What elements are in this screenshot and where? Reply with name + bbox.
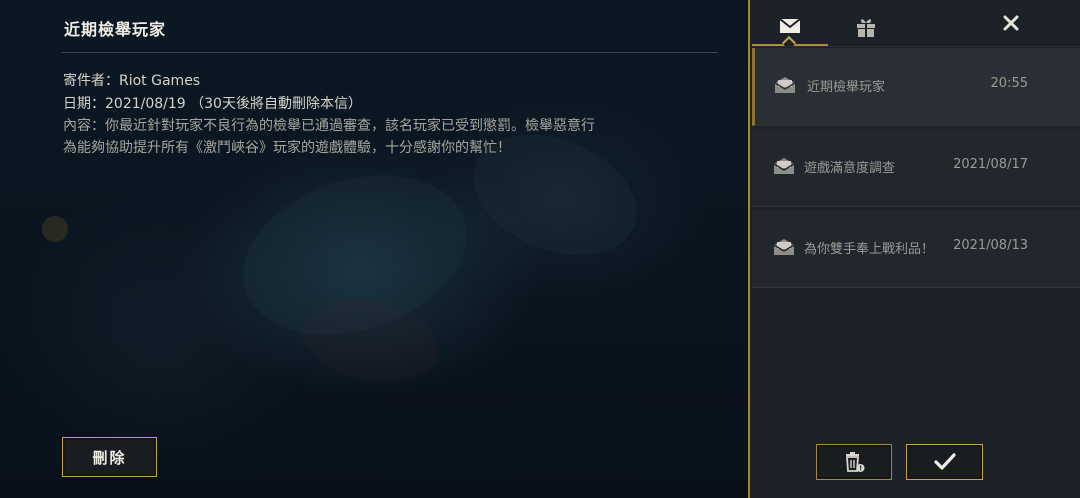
- mail-list-panel: 近期檢舉玩家 20:55 遊戲滿意度調查 2021/08/17 為你雙手奉上戰利…: [748, 0, 1080, 498]
- collect-all-button[interactable]: [906, 444, 983, 480]
- mail-detail-panel: 近期檢舉玩家 寄件者：Riot Games 日期：2021/08/19 （30天…: [0, 0, 748, 498]
- title-divider: [62, 52, 718, 53]
- mail-subject: 為你雙手奉上戰利品！: [804, 242, 935, 257]
- close-button[interactable]: [1000, 12, 1022, 34]
- envelope-open-icon: [773, 158, 795, 174]
- mail-body: 內容：你最近針對玩家不良行為的檢舉已通過審查，該名玩家已受到懲罰。檢舉惡意行為能…: [63, 115, 603, 159]
- mail-list-item[interactable]: 近期檢舉玩家 20:55: [752, 48, 1080, 126]
- sender-label: 寄件者：: [63, 73, 119, 89]
- delete-read-button[interactable]: [816, 444, 892, 480]
- mail-sender-row: 寄件者：Riot Games: [63, 70, 200, 92]
- checkmark-icon: [933, 453, 956, 470]
- mail-date-row: 日期：2021/08/19 （30天後將自動刪除本信）: [63, 93, 362, 115]
- mail-time: 2021/08/17: [953, 157, 1028, 172]
- mail-subject: 遊戲滿意度調查: [804, 161, 896, 176]
- mail-subject: 近期檢舉玩家: [807, 80, 886, 95]
- mail-icon: [779, 18, 801, 33]
- content-text: 你最近針對玩家不良行為的檢舉已通過審查，該名玩家已受到懲罰。檢舉惡意行為能夠協助…: [63, 118, 595, 156]
- gift-tab[interactable]: [854, 15, 878, 39]
- background-art: [42, 216, 68, 242]
- close-icon: [1003, 15, 1019, 31]
- content-label: 內容：: [63, 118, 105, 134]
- mail-time: 2021/08/13: [953, 238, 1028, 253]
- trash-icon: [846, 452, 865, 472]
- mail-time: 20:55: [990, 76, 1028, 91]
- date-label: 日期：: [63, 96, 105, 112]
- mail-title: 近期檢舉玩家: [64, 20, 167, 39]
- gift-icon: [857, 19, 875, 37]
- mail-list-item[interactable]: 遊戲滿意度調查 2021/08/17: [752, 129, 1080, 207]
- mail-list-item[interactable]: 為你雙手奉上戰利品！ 2021/08/13: [752, 210, 1080, 288]
- panel-header-divider: [750, 46, 1080, 47]
- date-value: 2021/08/19 （30天後將自動刪除本信）: [105, 96, 362, 112]
- delete-button[interactable]: 刪除: [62, 437, 157, 477]
- sender-value: Riot Games: [119, 73, 201, 89]
- envelope-open-icon: [773, 239, 795, 255]
- envelope-open-icon: [774, 77, 796, 93]
